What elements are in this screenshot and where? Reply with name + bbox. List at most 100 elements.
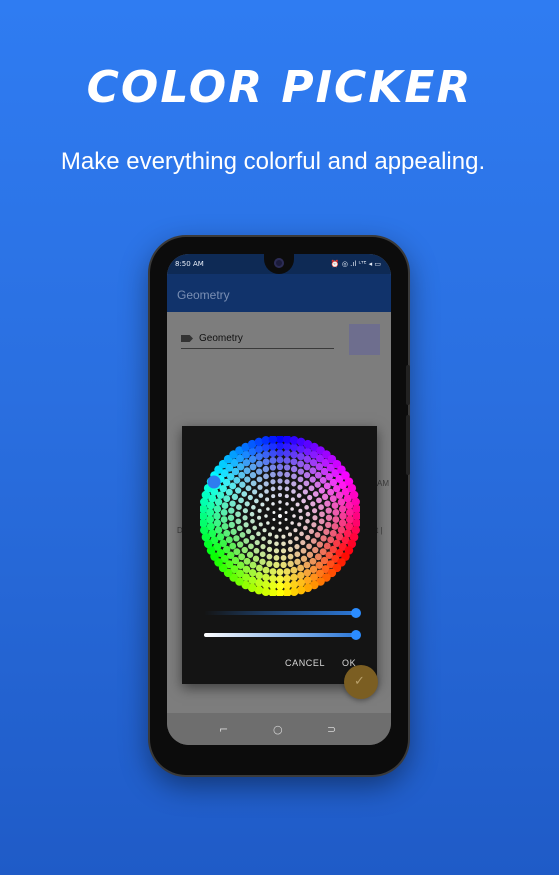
color-dot[interactable] (312, 546, 319, 554)
color-dot[interactable] (242, 515, 248, 521)
color-dot[interactable] (297, 460, 305, 468)
color-dot[interactable] (297, 522, 302, 527)
color-dot[interactable] (256, 468, 263, 475)
color-dot[interactable] (280, 548, 287, 554)
color-dot[interactable] (290, 497, 295, 502)
color-dot[interactable] (229, 500, 236, 507)
color-dot[interactable] (259, 551, 266, 558)
color-dot[interactable] (269, 574, 277, 583)
color-dot[interactable] (256, 531, 261, 537)
color-dot[interactable] (233, 548, 241, 556)
color-dot[interactable] (305, 534, 311, 541)
color-dot[interactable] (261, 536, 266, 541)
color-dot[interactable] (338, 519, 347, 527)
color-dot[interactable] (323, 482, 331, 490)
color-dot[interactable] (283, 457, 291, 464)
color-dot[interactable] (294, 536, 299, 541)
color-dot[interactable] (290, 443, 299, 452)
color-dot[interactable] (265, 497, 270, 502)
color-dot[interactable] (290, 465, 298, 473)
color-dot[interactable] (307, 494, 313, 501)
color-dot[interactable] (272, 518, 276, 521)
color-dot[interactable] (266, 546, 273, 552)
color-dot[interactable] (262, 465, 270, 473)
color-dot[interactable] (295, 502, 300, 507)
color-dot[interactable] (287, 546, 294, 552)
color-dot[interactable] (245, 528, 252, 535)
color-dot[interactable] (252, 555, 260, 562)
color-dot[interactable] (285, 526, 289, 530)
color-dot[interactable] (331, 523, 339, 530)
color-dot[interactable] (223, 495, 231, 503)
color-dot[interactable] (316, 497, 322, 504)
color-dot[interactable] (243, 467, 251, 475)
color-dot[interactable] (233, 535, 240, 542)
color-dot[interactable] (290, 458, 298, 466)
color-dot[interactable] (291, 489, 296, 494)
color-dot[interactable] (250, 480, 257, 487)
color-swatch[interactable] (349, 324, 380, 355)
color-wheel[interactable] (200, 436, 360, 596)
color-dot[interactable] (263, 481, 269, 487)
color-dot[interactable] (258, 522, 263, 527)
color-dot[interactable] (241, 546, 248, 554)
color-dot[interactable] (297, 484, 303, 490)
color-dot[interactable] (317, 525, 324, 532)
color-dot[interactable] (318, 518, 325, 525)
color-dot[interactable] (285, 502, 289, 506)
color-dot[interactable] (320, 535, 327, 542)
color-dot[interactable] (303, 471, 311, 479)
color-dot[interactable] (270, 471, 276, 478)
color-dot[interactable] (255, 460, 263, 468)
color-dot[interactable] (308, 528, 315, 535)
color-dot[interactable] (274, 534, 279, 539)
color-dot[interactable] (269, 457, 277, 464)
color-dot[interactable] (229, 482, 237, 490)
color-dot[interactable] (270, 479, 276, 485)
color-dot[interactable] (256, 476, 263, 483)
color-dot[interactable] (270, 486, 276, 492)
color-dot[interactable] (300, 555, 308, 562)
color-dot[interactable] (249, 511, 255, 517)
color-dot[interactable] (245, 485, 252, 492)
color-dot[interactable] (281, 541, 286, 547)
color-dot[interactable] (327, 536, 335, 544)
color-dot[interactable] (327, 488, 335, 496)
lightness-slider[interactable] (204, 608, 361, 618)
color-dot[interactable] (278, 521, 282, 525)
color-dot[interactable] (229, 542, 237, 550)
color-dot[interactable] (228, 507, 235, 514)
color-dot[interactable] (300, 539, 306, 546)
color-dot[interactable] (238, 497, 244, 504)
color-dot[interactable] (277, 492, 283, 498)
color-dot[interactable] (242, 508, 248, 514)
color-dot[interactable] (297, 476, 304, 483)
color-dot[interactable] (255, 445, 264, 454)
color-dot[interactable] (273, 561, 280, 569)
color-dot[interactable] (312, 515, 318, 521)
color-dot[interactable] (314, 471, 322, 479)
color-dot[interactable] (300, 547, 307, 554)
color-dot[interactable] (221, 502, 229, 509)
color-dot[interactable] (303, 569, 312, 577)
color-dot[interactable] (297, 564, 305, 572)
color-dot[interactable] (319, 476, 327, 484)
color-dot[interactable] (298, 508, 303, 513)
color-dot[interactable] (339, 512, 347, 520)
color-dot[interactable] (316, 541, 324, 548)
color-dot[interactable] (278, 528, 282, 532)
color-dot[interactable] (303, 561, 311, 569)
color-dot[interactable] (314, 481, 321, 488)
color-dot[interactable] (257, 484, 263, 490)
color-dot[interactable] (290, 573, 298, 582)
color-dot[interactable] (329, 529, 337, 537)
color-dot[interactable] (296, 578, 305, 587)
selected-color-indicator[interactable] (207, 475, 221, 489)
color-dot[interactable] (257, 508, 262, 513)
color-dot[interactable] (287, 539, 293, 545)
color-dot[interactable] (264, 489, 269, 494)
color-dot[interactable] (304, 505, 309, 510)
color-dot[interactable] (213, 505, 222, 513)
color-dot[interactable] (291, 473, 297, 480)
color-dot[interactable] (248, 455, 257, 463)
